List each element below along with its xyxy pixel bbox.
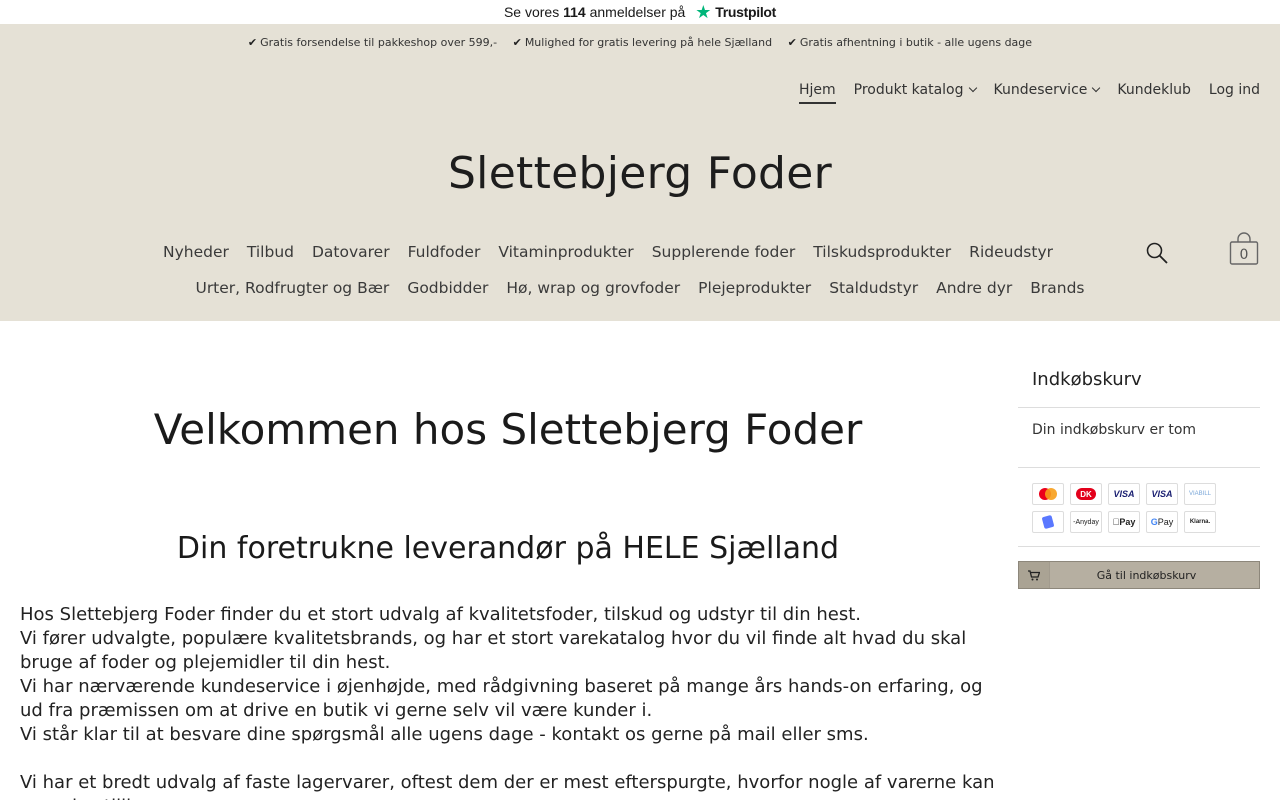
category-nav-row-1: Nyheder Tilbud Datovarer Fuldfoder Vitam… — [0, 243, 1280, 261]
checkmark-icon: ✔ — [512, 36, 522, 49]
google-pay-icon: G Pay — [1146, 511, 1178, 533]
page-subtitle: Din foretrukne leverandør på HELE Sjælla… — [176, 531, 840, 566]
cart-empty-text: Din indkøbskurv er tom — [1032, 422, 1197, 438]
trustpilot-brand: Trustpilot — [715, 4, 777, 20]
payment-methods: DK VISA VISA VIABILL -Anyday Pay GPay K… — [1032, 483, 1216, 533]
cart-icon — [1019, 562, 1050, 588]
category-link[interactable]: Fuldfoder — [408, 243, 481, 261]
topnav-home[interactable]: Hjem — [798, 82, 836, 104]
cart-count: 0 — [1239, 247, 1249, 263]
category-link[interactable]: Hø, wrap og grovfoder — [506, 279, 680, 297]
topnav-product-catalog[interactable]: Produkt katalog — [854, 82, 977, 104]
category-link[interactable]: Plejeprodukter — [698, 279, 811, 297]
chevron-down-icon — [1092, 83, 1101, 93]
category-link[interactable]: Urter, Rodfrugter og Bær — [195, 279, 389, 297]
trustpilot-banner[interactable]: Se vores 114 anmeldelser på ★ Trustpilot — [0, 0, 1280, 24]
category-link[interactable]: Vitaminprodukter — [498, 243, 633, 261]
category-link[interactable]: Nyheder — [163, 243, 229, 261]
site-header: ✔ Gratis forsendelse til pakkeshop over 5… — [0, 24, 1280, 321]
category-link[interactable]: Datovarer — [312, 243, 390, 261]
usp-bar: ✔ Gratis forsendelse til pakkeshop over 5… — [0, 36, 1280, 49]
klarna-icon: Klarna. — [1184, 511, 1216, 533]
checkmark-icon: ✔ — [247, 36, 258, 49]
usp-item: ✔ Mulighed for gratis levering på hele Sj… — [512, 36, 773, 49]
paragraph: Vi har et bredt udvalg af faste lagervar… — [20, 772, 995, 800]
paragraph: Hos Slettebjerg Foder finder du et stort… — [20, 604, 861, 625]
mastercard-icon — [1032, 483, 1064, 505]
topnav-customer-club[interactable]: Kundeklub — [1117, 82, 1191, 104]
category-link[interactable]: Rideudstyr — [969, 243, 1053, 261]
viabill-icon: VIABILL — [1184, 483, 1216, 505]
svg-text:DK: DK — [1080, 490, 1092, 499]
divider — [1018, 407, 1260, 408]
divider — [1018, 467, 1260, 468]
apple-pay-icon: Pay — [1108, 511, 1140, 533]
usp-item: ✔ Gratis forsendelse til pakkeshop over 5… — [247, 36, 498, 49]
trustpilot-star-icon: ★ — [695, 2, 712, 22]
visa-electron-icon: VISA — [1108, 483, 1140, 505]
cart-title: Indkøbskurv — [1032, 369, 1142, 390]
go-to-cart-label: Gå til indkøbskurv — [1096, 568, 1197, 582]
trustpilot-review-count: 114 — [563, 4, 586, 20]
cart-button[interactable]: 0 — [1228, 232, 1260, 268]
paragraph: Vi fører udvalgte, populære kvalitetsbra… — [20, 628, 967, 673]
category-link[interactable]: Staldudstyr — [829, 279, 918, 297]
mobilepay-icon — [1032, 511, 1064, 533]
trustpilot-prefix: Se vores — [503, 4, 560, 20]
top-navigation: Hjem Produkt katalog Kundeservice Kundek… — [798, 82, 1260, 104]
category-nav-row-2: Urter, Rodfrugter og Bær Godbidder Hø, w… — [0, 279, 1280, 297]
visa-icon: VISA — [1146, 483, 1178, 505]
anyday-icon: -Anyday — [1070, 511, 1102, 533]
category-link[interactable]: Tilskudsprodukter — [813, 243, 951, 261]
category-link[interactable]: Godbidder — [407, 279, 488, 297]
divider — [1018, 546, 1260, 547]
topnav-customer-service[interactable]: Kundeservice — [994, 82, 1101, 104]
site-logo[interactable]: Slettebjerg Foder — [0, 148, 1280, 199]
trustpilot-mid: anmeldelser på — [589, 4, 686, 20]
paragraph: Vi står klar til at besvare dine spørgsm… — [20, 724, 869, 745]
checkmark-icon: ✔ — [787, 36, 797, 49]
category-link[interactable]: Brands — [1030, 279, 1084, 297]
go-to-cart-button[interactable]: Gå til indkøbskurv — [1018, 561, 1260, 589]
category-link[interactable]: Tilbud — [247, 243, 294, 261]
intro-text: Hos Slettebjerg Foder finder du et stort… — [20, 603, 996, 800]
dankort-icon: DK — [1070, 483, 1102, 505]
usp-item: ✔ Gratis afhentning i butik - alle ugens … — [787, 36, 1033, 49]
chevron-down-icon — [968, 83, 977, 93]
category-link[interactable]: Supplerende foder — [652, 243, 796, 261]
search-icon[interactable] — [1145, 241, 1169, 265]
paragraph: Vi har nærværende kundeservice i øjenhøj… — [20, 676, 983, 721]
page-title: Velkommen hos Slettebjerg Foder — [153, 405, 863, 454]
category-link[interactable]: Andre dyr — [936, 279, 1012, 297]
topnav-login[interactable]: Log ind — [1209, 82, 1260, 104]
